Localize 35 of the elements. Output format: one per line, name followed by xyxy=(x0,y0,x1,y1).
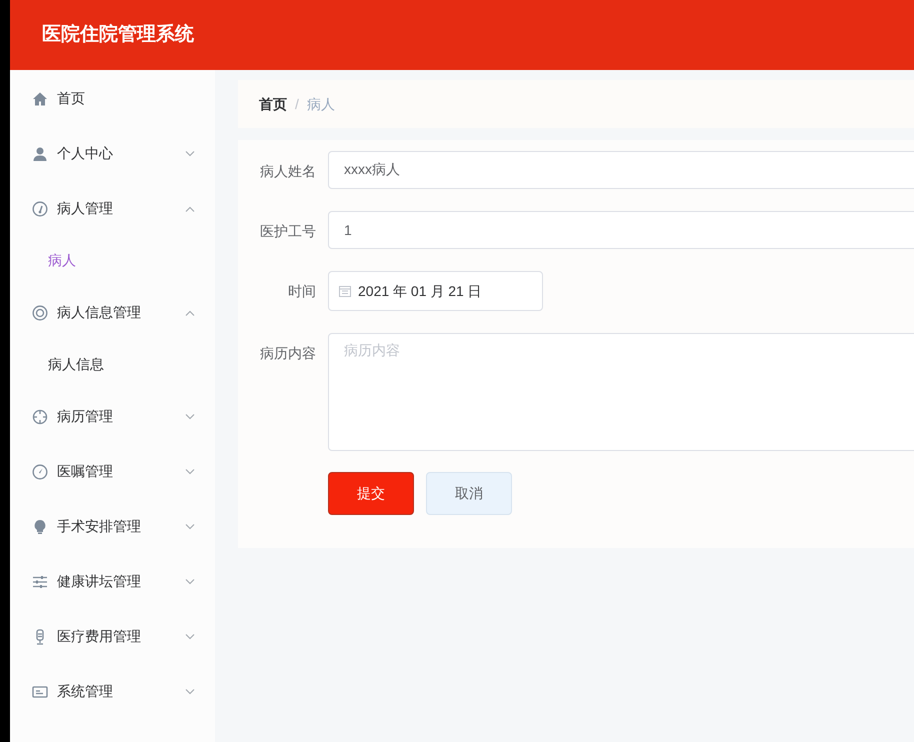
id-card-icon xyxy=(32,684,48,700)
home-icon xyxy=(32,90,48,106)
menu-item[interactable]: 手术安排管理 xyxy=(10,499,215,554)
text-input[interactable]: xxxx病人 xyxy=(328,151,914,189)
submenu-item[interactable]: 病人信息 xyxy=(48,354,104,375)
field-label: 病人姓名 xyxy=(259,162,316,181)
menu-item[interactable]: 个人中心 xyxy=(10,126,215,181)
crosshair-icon xyxy=(32,408,48,424)
gauge-icon xyxy=(32,200,48,216)
menu-item[interactable]: 首页 xyxy=(10,71,215,126)
cancel-button[interactable]: 取消 xyxy=(426,472,512,515)
menu-item[interactable]: 健康讲坛管理 xyxy=(10,554,215,609)
bulb-icon xyxy=(32,518,48,534)
calendar-icon xyxy=(339,285,351,297)
app-title: 医院住院管理系统 xyxy=(42,22,194,47)
submenu-item[interactable]: 病人 xyxy=(48,250,76,271)
menu-item[interactable]: 病人管理 xyxy=(10,181,215,236)
date-picker[interactable]: 2021 年 01 月 21 日 xyxy=(328,271,543,311)
menu-item[interactable]: 医疗费用管理 xyxy=(10,609,215,664)
textarea-field[interactable]: 病历内容 xyxy=(328,333,914,451)
sliders-icon xyxy=(32,574,48,590)
lifebuoy-icon xyxy=(32,304,48,320)
menu-item[interactable]: 病人信息管理 xyxy=(10,285,215,340)
menu-item[interactable]: 病历管理 xyxy=(10,389,215,444)
menu-item[interactable]: 医嘱管理 xyxy=(10,444,215,499)
text-input[interactable]: 1 xyxy=(328,211,914,249)
breadcrumb-link[interactable]: 首页 xyxy=(259,94,287,114)
submit-button[interactable]: 提交 xyxy=(328,472,414,515)
breadcrumb-separator: / xyxy=(295,94,299,114)
field-label: 时间 xyxy=(287,282,316,301)
compass-icon xyxy=(32,464,48,480)
field-label: 医护工号 xyxy=(259,222,316,241)
user-icon xyxy=(32,146,48,162)
menu-item[interactable]: 系统管理 xyxy=(10,664,215,719)
field-label: 病历内容 xyxy=(259,344,316,363)
